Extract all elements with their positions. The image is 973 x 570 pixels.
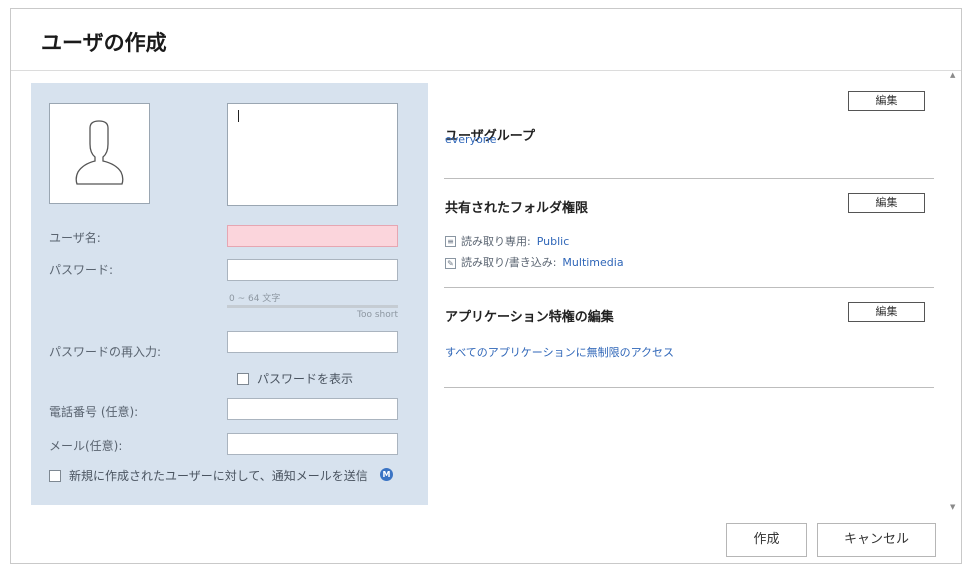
show-password-checkbox[interactable]: [237, 373, 249, 385]
phone-input[interactable]: [227, 398, 398, 420]
read-write-permission: 読み取り/書き込み: Multimedia: [461, 254, 624, 270]
read-write-icon: ✎: [445, 258, 456, 269]
password-strength-label: Too short: [357, 310, 398, 320]
text-cursor: [238, 110, 239, 122]
app-privilege-value[interactable]: すべてのアプリケーションに無制限のアクセス: [445, 344, 674, 360]
title-divider: [11, 70, 961, 71]
app-privilege-title: アプリケーション特権の編集: [445, 310, 614, 325]
shared-folder-title: 共有されたフォルダ権限: [445, 201, 589, 216]
username-label: ユーザ名:: [49, 231, 101, 245]
read-only-label: 読み取り専用:: [461, 235, 531, 248]
password-confirm-input[interactable]: [227, 331, 398, 353]
create-button[interactable]: 作成: [726, 523, 807, 557]
dialog-title: ユーザの作成: [41, 31, 167, 55]
user-silhouette-icon: [75, 120, 124, 185]
password-confirm-label: パスワードの再入力:: [49, 345, 162, 359]
read-only-folder[interactable]: Public: [537, 235, 570, 248]
create-user-dialog: ユーザの作成 ▲ ▼ ユーザ名: パスワード: 0 ~ 64 文字 Too sh…: [10, 8, 962, 564]
user-group-edit-button[interactable]: 編集: [848, 91, 925, 111]
section-divider: [444, 387, 934, 388]
section-divider: [444, 287, 934, 288]
password-strength-bar: [227, 305, 398, 308]
read-write-label: 読み取り/書き込み:: [461, 256, 557, 269]
read-only-permission: 読み取り専用: Public: [461, 233, 569, 249]
user-group-value[interactable]: everyone: [445, 133, 497, 146]
vertical-scrollbar[interactable]: ▲ ▼: [949, 71, 959, 511]
app-privilege-edit-button[interactable]: 編集: [848, 302, 925, 322]
notify-email-checkbox[interactable]: [49, 470, 61, 482]
email-input[interactable]: [227, 433, 398, 455]
read-only-icon: ≡: [445, 236, 456, 247]
scroll-down-arrow-icon[interactable]: ▼: [950, 503, 955, 511]
read-write-folder[interactable]: Multimedia: [562, 256, 623, 269]
password-length-hint: 0 ~ 64 文字: [229, 294, 281, 304]
description-textarea[interactable]: [227, 103, 398, 206]
username-input[interactable]: [227, 225, 398, 247]
mail-info-icon[interactable]: M: [380, 468, 393, 481]
avatar-placeholder[interactable]: [49, 103, 150, 204]
password-input[interactable]: [227, 259, 398, 281]
phone-label: 電話番号 (任意):: [49, 405, 139, 419]
section-divider: [444, 178, 934, 179]
shared-folder-edit-button[interactable]: 編集: [848, 193, 925, 213]
scroll-up-arrow-icon[interactable]: ▲: [950, 71, 955, 79]
user-info-panel: ユーザ名: パスワード: 0 ~ 64 文字 Too short パスワードの再…: [31, 83, 428, 505]
show-password-label: パスワードを表示: [257, 372, 354, 386]
email-label: メール(任意):: [49, 439, 123, 453]
notify-email-label: 新規に作成されたユーザーに対して、通知メールを送信: [69, 469, 368, 483]
password-label: パスワード:: [49, 263, 114, 277]
cancel-button[interactable]: キャンセル: [817, 523, 936, 557]
